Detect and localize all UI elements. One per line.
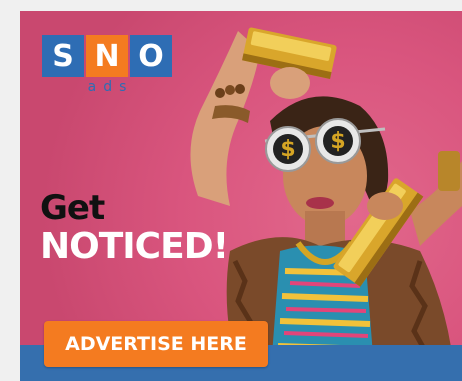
sno-ads-logo: S N O ads [42,35,172,95]
logo-subtitle: ads [87,79,134,95]
ad-headline: Get NOTICED! [40,188,229,267]
logo-letter-n: N [86,35,128,77]
sno-ads-banner[interactable]: $ $ S N O ads Get NOTICED! ADVERTISE HER… [20,11,462,381]
advertise-here-button[interactable]: ADVERTISE HERE [44,321,268,367]
svg-text:$: $ [280,137,295,162]
cuff-bracelet [438,151,460,191]
headline-noticed: NOTICED! [40,226,229,267]
logo-letter-o: O [130,35,172,77]
hand-right [367,192,403,220]
hand-top [270,67,310,99]
bead [215,88,225,98]
svg-text:$: $ [330,129,345,154]
lips [306,197,334,209]
headline-get: Get [40,188,105,228]
logo-letter-s: S [42,35,84,77]
bead [235,84,245,94]
bead [225,85,235,95]
